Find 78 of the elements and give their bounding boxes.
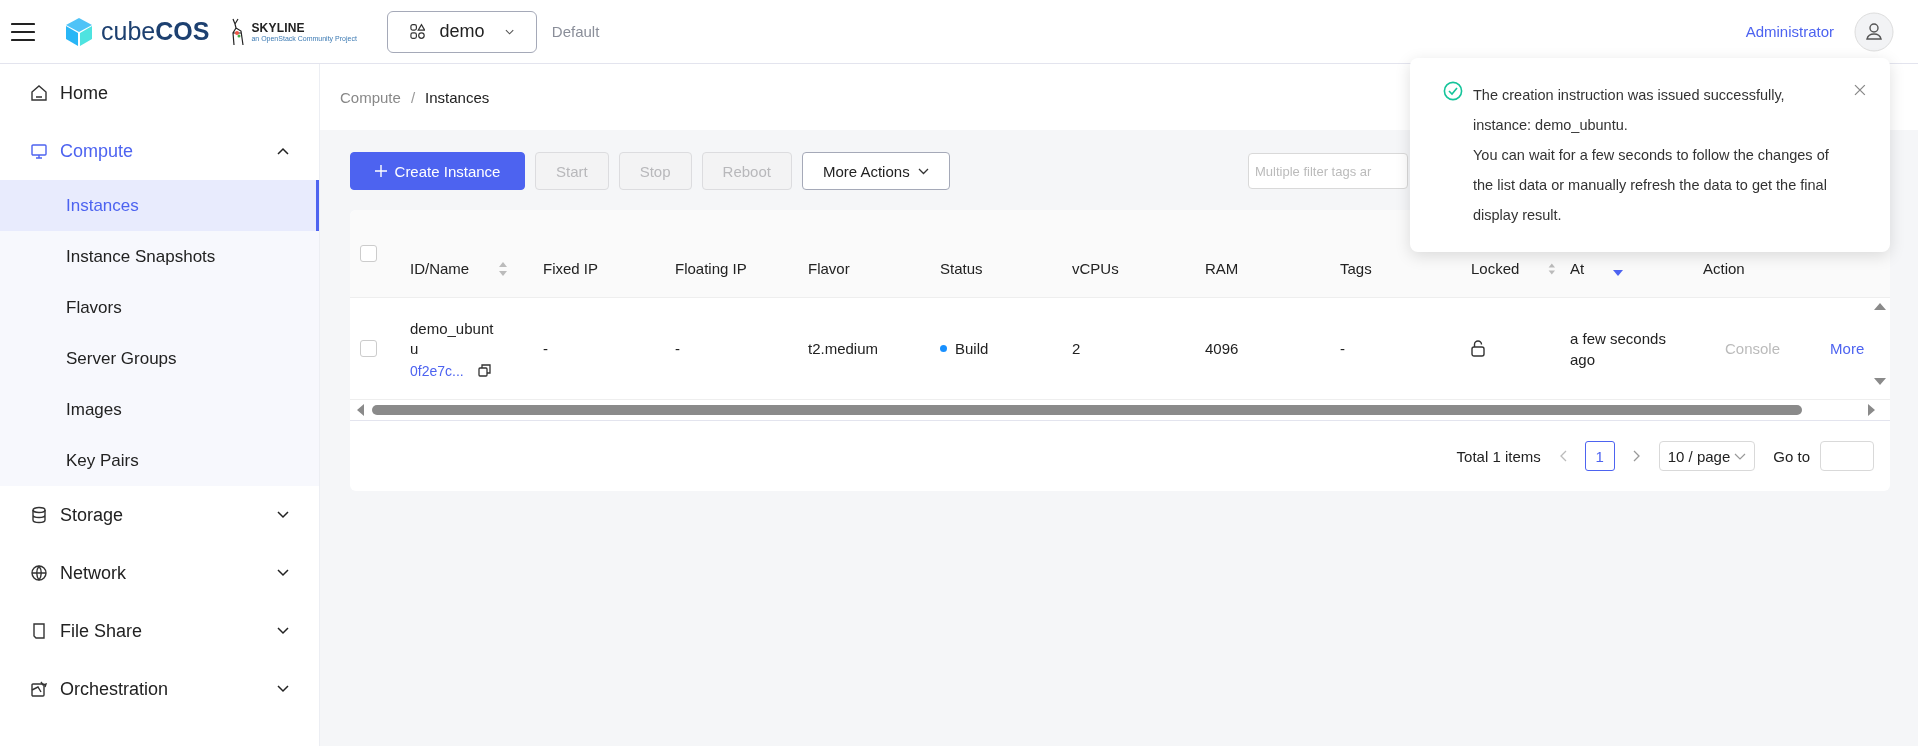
menu-icon[interactable] bbox=[11, 21, 35, 42]
sidebar-subitem[interactable]: Instance Snapshots bbox=[0, 231, 319, 282]
breadcrumb-item[interactable]: Compute bbox=[340, 88, 401, 106]
breadcrumb-separator: / bbox=[410, 88, 416, 106]
table-cell: 4096 bbox=[1205, 340, 1239, 357]
goto-label: Go to bbox=[1773, 447, 1810, 465]
next-page-icon[interactable] bbox=[1632, 450, 1641, 462]
toolbar-button[interactable]: Create Instance bbox=[350, 152, 525, 190]
goto-field[interactable] bbox=[1820, 441, 1874, 471]
column-header: Status bbox=[940, 260, 983, 277]
status-text: Build bbox=[955, 340, 989, 357]
partner-logo-text: SKYLINE bbox=[251, 21, 306, 35]
chevron-down-icon[interactable] bbox=[277, 511, 289, 519]
column-header: Action bbox=[1703, 260, 1745, 277]
previous-page-icon[interactable] bbox=[1558, 450, 1567, 462]
close-icon[interactable] bbox=[1854, 84, 1866, 96]
sidebar-subitem[interactable]: Server Groups bbox=[0, 333, 319, 384]
notification-detail: You can wait for a few seconds to follow the changes of the list data or manually refresh the data to get the final display result. bbox=[1473, 146, 1830, 225]
brand-name: cubeCOS bbox=[101, 17, 210, 46]
table-cell: - bbox=[1340, 340, 1345, 357]
column-header: Fixed IP bbox=[543, 260, 599, 277]
sort-icon[interactable] bbox=[1547, 261, 1557, 277]
filter-field[interactable]: Multiple filter tags ar bbox=[1248, 153, 1408, 189]
dropdown-button[interactable]: More Actions bbox=[801, 152, 950, 190]
cube-logo-icon bbox=[65, 16, 93, 47]
table-cell: - bbox=[675, 340, 680, 357]
plus-icon bbox=[374, 165, 387, 177]
column-header: Tags bbox=[1340, 260, 1372, 277]
chevron-down-icon[interactable] bbox=[277, 685, 289, 693]
apps-icon bbox=[409, 23, 426, 40]
sidebar-subitem[interactable]: Images bbox=[0, 384, 319, 435]
sidebar-item[interactable]: Home bbox=[0, 64, 319, 122]
sidebar-item[interactable]: Storage bbox=[0, 486, 319, 544]
file-icon bbox=[30, 622, 48, 640]
column-header: At bbox=[1570, 260, 1585, 277]
instance-name: demo_ubuntu bbox=[410, 318, 494, 359]
caret-icon bbox=[504, 28, 514, 35]
globe-icon bbox=[30, 564, 48, 582]
column-header: ID/Name bbox=[410, 260, 470, 277]
home-icon bbox=[30, 84, 48, 102]
breadcrumb-item: Instances bbox=[425, 88, 490, 106]
total-count: Total 1 items bbox=[1456, 447, 1541, 465]
table-cell-text: a few seconds ago bbox=[1570, 328, 1667, 370]
sidebar-item[interactable]: File Share bbox=[0, 602, 319, 660]
chevron-down-icon[interactable] bbox=[277, 627, 289, 635]
sidebar-subitem[interactable]: Instances bbox=[0, 180, 319, 231]
column-header: Flavor bbox=[808, 260, 850, 277]
table-cell: 2 bbox=[1072, 340, 1081, 357]
sidebar-item[interactable]: Compute bbox=[0, 122, 319, 180]
user-link[interactable]: Administrator bbox=[1745, 23, 1834, 40]
instance-id-link[interactable]: 0f2e7c... bbox=[410, 362, 464, 379]
column-header: vCPUs bbox=[1072, 260, 1119, 277]
chevron-down-icon bbox=[1734, 452, 1747, 460]
monitor-icon bbox=[30, 142, 48, 160]
table-cell: t2.medium bbox=[808, 340, 879, 357]
select-all-checkbox[interactable] bbox=[360, 245, 377, 262]
sort-icon[interactable] bbox=[497, 261, 510, 277]
chevron-down-icon bbox=[917, 167, 929, 175]
chevron-up-icon[interactable] bbox=[277, 147, 289, 155]
column-header: Locked bbox=[1471, 260, 1520, 277]
domain-label: Default bbox=[551, 23, 600, 40]
page-size-select[interactable]: 10 / page bbox=[1658, 441, 1756, 471]
table-cell: - bbox=[543, 340, 548, 357]
copy-icon[interactable] bbox=[477, 364, 491, 377]
project-selector[interactable]: demo bbox=[386, 10, 537, 53]
action-link[interactable]: More bbox=[1830, 340, 1865, 357]
column-header: Floating IP bbox=[675, 260, 747, 277]
sidebar-item[interactable]: Orchestration bbox=[0, 660, 319, 718]
sidebar-item[interactable]: Network bbox=[0, 544, 319, 602]
row-checkbox[interactable] bbox=[360, 340, 377, 357]
avatar-icon[interactable] bbox=[1854, 11, 1894, 52]
column-header: RAM bbox=[1205, 260, 1239, 277]
notification-message: The creation instruction was issued successfully, instance: demo_ubuntu. bbox=[1473, 86, 1786, 135]
chevron-down-icon[interactable] bbox=[277, 569, 289, 577]
sidebar-subitem[interactable]: Flavors bbox=[0, 282, 319, 333]
db-icon bbox=[30, 506, 48, 524]
sidebar-subitem[interactable]: Key Pairs bbox=[0, 435, 319, 486]
page-button[interactable]: 1 bbox=[1584, 441, 1615, 471]
